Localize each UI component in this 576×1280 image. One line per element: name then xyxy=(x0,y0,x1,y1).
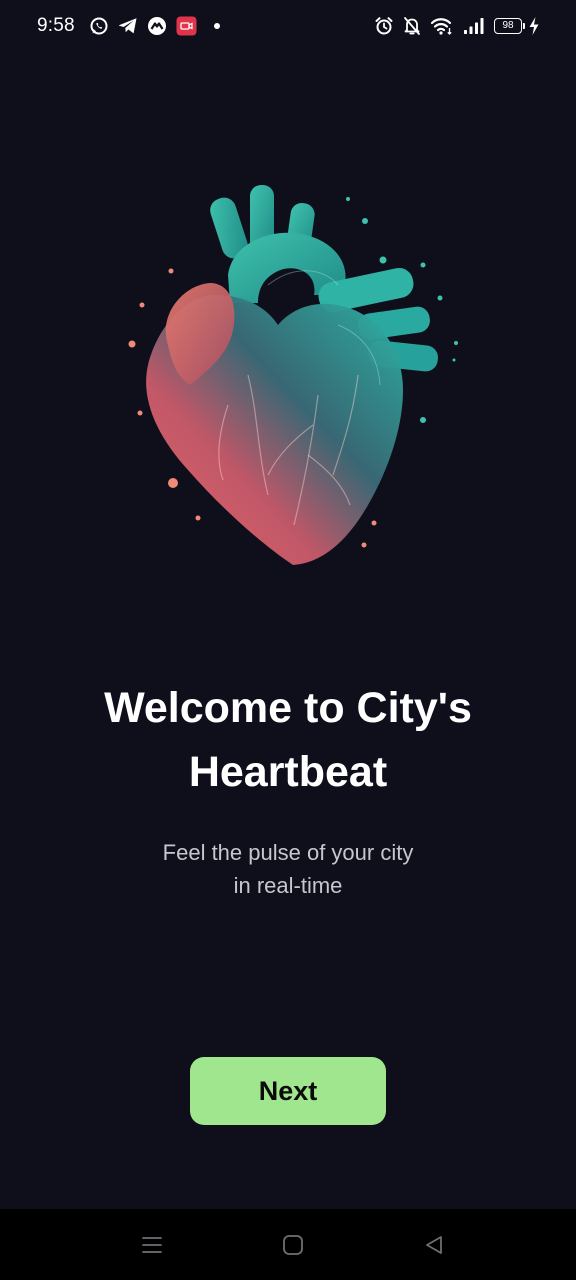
screen-record-icon xyxy=(176,16,197,36)
heart-illustration-svg xyxy=(128,185,458,565)
status-right-group: 98 xyxy=(365,16,540,36)
status-time: 9:58 xyxy=(37,15,75,36)
welcome-subtitle-line1: Feel the pulse of your city xyxy=(162,840,414,865)
charging-icon xyxy=(528,16,540,36)
game-icon xyxy=(147,16,167,36)
menu-icon[interactable] xyxy=(140,1233,164,1257)
telegram-icon xyxy=(118,17,138,35)
back-icon[interactable] xyxy=(422,1233,446,1257)
status-bar: 9:58 98 xyxy=(0,0,576,52)
notification-dot-icon xyxy=(213,23,220,29)
welcome-title-line2: Heartbeat xyxy=(188,748,388,796)
welcome-title: Welcome to City's Heartbeat xyxy=(40,676,536,804)
battery-icon: 98 xyxy=(494,18,525,34)
silent-bell-icon xyxy=(403,16,421,36)
whatsapp-icon xyxy=(89,16,109,36)
welcome-subtitle-line2: in real-time xyxy=(233,873,343,898)
system-nav-bar xyxy=(0,1209,576,1280)
signal-icon xyxy=(463,17,485,35)
alarm-icon xyxy=(374,16,394,36)
home-icon[interactable] xyxy=(281,1233,305,1257)
heart-illustration xyxy=(118,175,464,575)
next-button[interactable]: Next xyxy=(190,1057,386,1125)
welcome-title-line1: Welcome to City's xyxy=(104,684,472,732)
status-left-group: 9:58 xyxy=(37,15,220,37)
welcome-subtitle: Feel the pulse of your city in real-time xyxy=(60,836,516,902)
wifi-icon xyxy=(430,16,454,36)
battery-tip xyxy=(523,23,525,29)
battery-level: 98 xyxy=(494,18,522,34)
